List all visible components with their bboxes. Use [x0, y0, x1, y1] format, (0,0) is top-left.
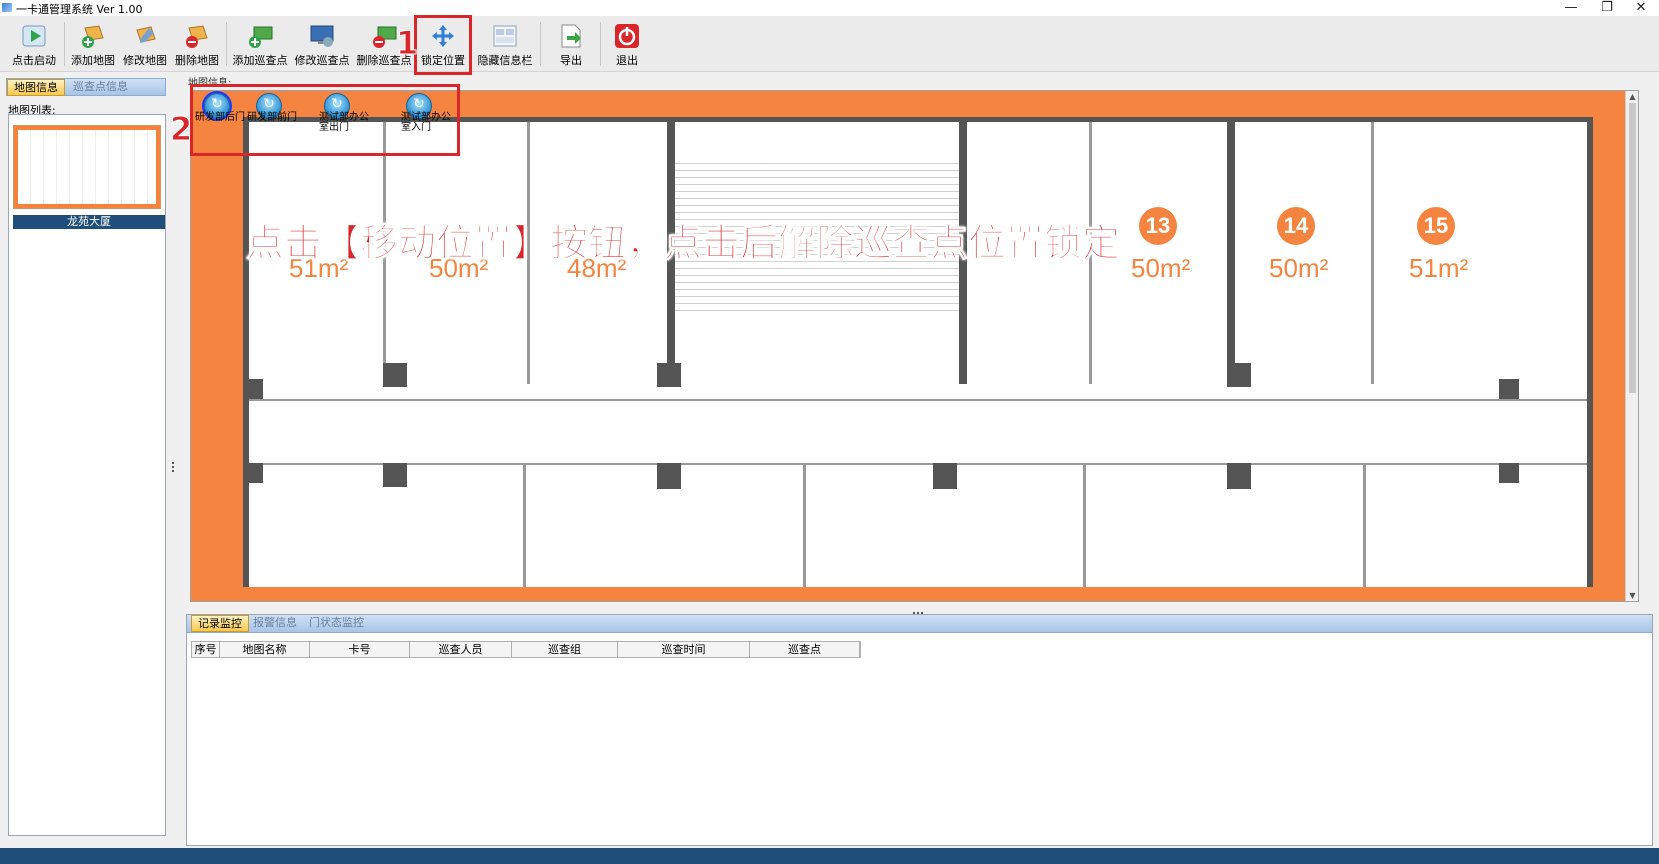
bottom-panel: 记录监控 报警信息 门状态监控 序号 地图名称 卡号 巡查人员 巡查组 巡查时间… — [186, 614, 1653, 846]
left-tabs: 地图信息 巡查点信息 — [6, 78, 166, 96]
column-header[interactable]: 巡查人员 — [410, 642, 512, 657]
tab-checkpoint-info[interactable]: 巡查点信息 — [67, 79, 134, 96]
hide-panel-icon — [491, 22, 519, 50]
records-table-header: 序号 地图名称 卡号 巡查人员 巡查组 巡查时间 巡查点 — [191, 641, 861, 658]
column-header[interactable]: 巡查点 — [750, 642, 860, 657]
floor-plan — [243, 117, 1593, 587]
room-number-badge: 15 — [1417, 207, 1455, 245]
toolbar-separator — [540, 22, 541, 66]
horizontal-splitter[interactable] — [912, 604, 928, 614]
add-checkpoint-icon — [246, 22, 274, 50]
vertical-splitter[interactable] — [171, 460, 175, 474]
column-header[interactable]: 卡号 — [310, 642, 410, 657]
callout-number-1: 1 — [395, 24, 419, 63]
scroll-down-icon[interactable]: ▼ — [1627, 590, 1638, 601]
bottom-tabs: 记录监控 报警信息 门状态监控 — [187, 615, 1652, 633]
add-checkpoint-button[interactable]: 添加巡查点 — [230, 20, 290, 70]
delete-map-button[interactable]: 删除地图 — [172, 20, 222, 70]
toolbar-separator — [600, 22, 601, 66]
edit-checkpoint-icon — [308, 22, 336, 50]
room-area: 50m² — [1269, 253, 1329, 283]
callout-box-1 — [414, 15, 472, 75]
left-panel: 地图信息 巡查点信息 地图列表: 龙苑大厦 — [4, 76, 166, 844]
room-area: 51m² — [1409, 253, 1469, 283]
map-thumbnail[interactable] — [13, 125, 161, 209]
edit-map-button[interactable]: 修改地图 — [120, 20, 170, 70]
title-bar: 一卡通管理系统 Ver 1.00 — ❐ ✕ — [0, 0, 1659, 16]
map-list: 龙苑大厦 — [8, 114, 166, 836]
map-list-item[interactable]: 龙苑大厦 — [13, 215, 165, 229]
scroll-up-icon[interactable]: ▲ — [1627, 91, 1638, 102]
edit-checkpoint-button[interactable]: 修改巡查点 — [292, 20, 352, 70]
callout-box-2 — [190, 84, 460, 156]
room-number-badge: 14 — [1277, 207, 1315, 245]
tab-door-monitor[interactable]: 门状态监控 — [303, 615, 370, 632]
add-map-button[interactable]: 添加地图 — [68, 20, 118, 70]
column-header[interactable]: 巡查时间 — [618, 642, 750, 657]
instruction-overlay: 点击【移动位置】按钮，点击后解除巡查点位置锁定 — [245, 221, 1121, 266]
scroll-thumb[interactable] — [1629, 103, 1636, 393]
room-number-badge: 13 — [1139, 207, 1177, 245]
callout-number-2: 2 — [169, 110, 193, 149]
add-map-icon — [79, 22, 107, 50]
column-header[interactable]: 巡查组 — [512, 642, 618, 657]
tab-record-monitor[interactable]: 记录监控 — [191, 615, 249, 632]
minimize-button[interactable]: — — [1553, 0, 1589, 16]
power-icon — [613, 22, 641, 50]
room-area: 50m² — [1131, 253, 1191, 283]
toolbar: 点击启动 添加地图 修改地图 删除地图 添加巡查点 修改巡查点 删除巡查点 锁定… — [0, 16, 1659, 72]
play-icon — [20, 22, 48, 50]
edit-map-icon — [131, 22, 159, 50]
window-title: 一卡通管理系统 Ver 1.00 — [16, 3, 143, 16]
status-bar — [0, 848, 1659, 864]
delete-checkpoint-icon — [370, 22, 398, 50]
close-button[interactable]: ✕ — [1623, 0, 1659, 16]
column-header[interactable]: 序号 — [192, 642, 220, 657]
restore-button[interactable]: ❐ — [1589, 0, 1625, 16]
tab-alarm-info[interactable]: 报警信息 — [247, 615, 303, 632]
toolbar-separator — [226, 22, 227, 66]
exit-button[interactable]: 退出 — [606, 20, 648, 70]
hide-panel-button[interactable]: 隐藏信息栏 — [476, 20, 534, 70]
delete-map-icon — [183, 22, 211, 50]
export-button[interactable]: 导出 — [548, 20, 594, 70]
toolbar-separator — [64, 22, 65, 66]
export-icon — [557, 22, 585, 50]
tab-map-info[interactable]: 地图信息 — [7, 79, 65, 96]
map-scrollbar[interactable]: ▲ ▼ — [1625, 91, 1638, 601]
start-button[interactable]: 点击启动 — [8, 20, 60, 70]
app-icon — [2, 3, 12, 12]
map-canvas[interactable]: 51m² 50m² 48m² 13 50m² 14 50m² 15 51m² 研… — [190, 90, 1639, 602]
column-header[interactable]: 地图名称 — [220, 642, 310, 657]
